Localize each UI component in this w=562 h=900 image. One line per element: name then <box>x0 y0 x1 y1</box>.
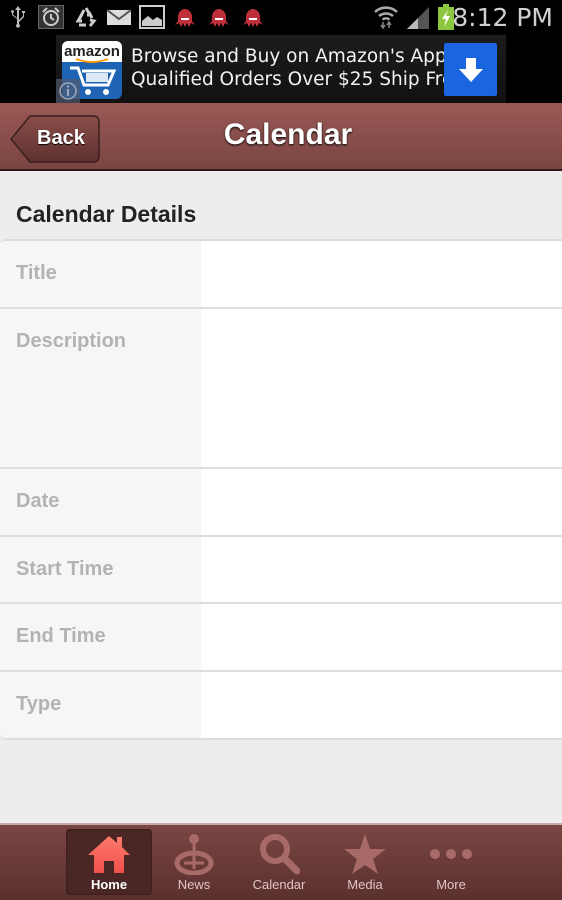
field-label-start-time: Start Time <box>0 537 201 602</box>
usb-icon <box>8 5 28 29</box>
ad-text: Browse and Buy on Amazon's App Qualified… <box>131 45 465 91</box>
status-bar: 8:12 PM <box>0 0 562 35</box>
field-row-end-time: End Time <box>0 604 562 672</box>
home-icon <box>66 833 152 875</box>
field-row-type: Type <box>0 672 562 738</box>
star-icon <box>322 833 408 875</box>
ad-line-2: Qualified Orders Over $25 Ship Free <box>131 69 465 90</box>
tab-label-more: More <box>436 877 466 892</box>
more-dots-icon <box>408 833 494 875</box>
image-icon <box>139 5 165 29</box>
clock: 8:12 PM <box>452 3 553 32</box>
octopus-icon <box>241 5 265 29</box>
field-value-start-time <box>201 537 562 602</box>
field-value-type <box>201 672 562 738</box>
signal-icon <box>405 5 431 29</box>
field-value-title <box>201 241 562 307</box>
field-row-date: Date <box>0 469 562 537</box>
field-label-date: Date <box>0 469 201 535</box>
content-area: Calendar Details Title Description Date … <box>0 173 562 823</box>
tab-label-news: News <box>177 877 211 892</box>
section-title: Calendar Details <box>16 201 197 227</box>
field-label-end-time: End Time <box>0 604 201 670</box>
download-arrow-icon <box>458 57 483 82</box>
ad-bar: amazon Browse and Buy on Amazon's App Qu… <box>0 35 562 103</box>
octopus-icon <box>173 5 197 29</box>
field-value-end-time <box>201 604 562 670</box>
field-label-type: Type <box>0 672 201 738</box>
field-label-description: Description <box>0 309 201 467</box>
recycle-icon <box>73 5 99 29</box>
field-value-description <box>201 309 562 467</box>
tab-home[interactable]: Home <box>66 829 152 895</box>
tab-label-home: Home <box>90 877 128 892</box>
field-row-description: Description <box>0 309 562 469</box>
tab-label-media: Media <box>347 877 383 892</box>
tab-news[interactable]: News <box>151 829 237 895</box>
app-header: Back Calendar <box>0 103 562 171</box>
ad-line-1: Browse and Buy on Amazon's App <box>131 46 447 67</box>
ad-info-icon[interactable] <box>56 79 80 103</box>
field-label-title: Title <box>0 241 201 307</box>
ad-download-button[interactable] <box>444 43 497 96</box>
tab-calendar[interactable]: Calendar <box>236 829 322 895</box>
octopus-icon <box>207 5 231 29</box>
page-title: Calendar <box>223 118 353 151</box>
joystick-icon <box>151 833 237 875</box>
search-icon <box>236 833 322 875</box>
mail-icon <box>106 5 132 29</box>
bottom-tab-bar: Home News Calendar Media More <box>0 823 562 900</box>
tab-label-calendar: Calendar <box>252 877 306 892</box>
ad-banner[interactable]: amazon Browse and Buy on Amazon's App Qu… <box>56 35 506 103</box>
tab-more[interactable]: More <box>408 829 494 895</box>
alarm-icon <box>38 5 64 29</box>
field-value-date <box>201 469 562 535</box>
field-row-start-time: Start Time <box>0 537 562 604</box>
tab-media[interactable]: Media <box>322 829 408 895</box>
wifi-icon <box>373 5 399 30</box>
calendar-details-form: Title Description Date Start Time End Ti… <box>0 239 562 740</box>
field-row-title: Title <box>0 241 562 309</box>
